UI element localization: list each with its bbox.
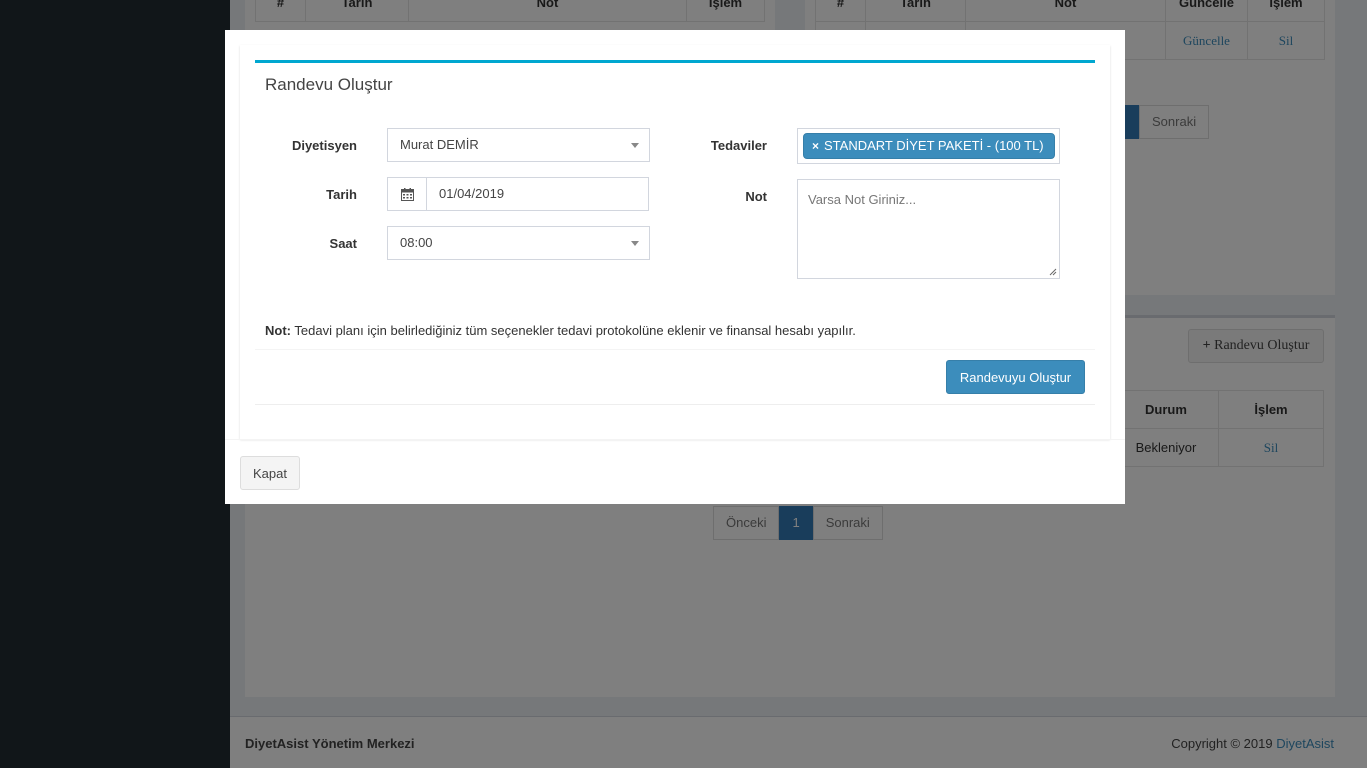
date-field[interactable]: 01/04/2019 <box>387 177 649 211</box>
date-input[interactable]: 01/04/2019 <box>427 178 648 210</box>
create-appointment-submit-button[interactable]: Randevuyu Oluştur <box>946 360 1085 394</box>
note-placeholder: Varsa Not Giriniz... <box>808 192 917 207</box>
treatments-select[interactable]: × STANDART DİYET PAKETİ - (100 TL) <box>797 128 1060 164</box>
treatment-tag-label: STANDART DİYET PAKETİ - (100 TL) <box>824 138 1044 153</box>
appointment-form-box: Randevu Oluştur Diyetisyen Murat DEMİR T… <box>255 60 1095 405</box>
chevron-down-icon <box>631 241 639 246</box>
treatments-label: Tedaviler <box>710 138 767 153</box>
divider <box>255 349 1095 350</box>
resize-handle-icon[interactable] <box>1049 268 1057 276</box>
date-label: Tarih <box>326 187 357 202</box>
dietitian-label: Diyetisyen <box>291 138 357 153</box>
time-label: Saat <box>329 236 357 251</box>
calendar-icon <box>388 178 427 210</box>
treatment-tag: × STANDART DİYET PAKETİ - (100 TL) <box>803 133 1055 159</box>
chevron-down-icon <box>631 143 639 148</box>
modal-footer: Kapat <box>225 439 1125 504</box>
info-note-prefix: Not: <box>265 323 291 338</box>
dietitian-value: Murat DEMİR <box>400 137 479 152</box>
note-textarea[interactable]: Varsa Not Giriniz... <box>797 179 1060 279</box>
info-note: Not: Tedavi planı için belirlediğiniz tü… <box>265 323 856 338</box>
modal-title: Randevu Oluştur <box>265 75 393 94</box>
dietitian-select[interactable]: Murat DEMİR <box>387 128 650 162</box>
modal-body: Randevu Oluştur Diyetisyen Murat DEMİR T… <box>240 45 1110 439</box>
time-value: 08:00 <box>400 235 433 250</box>
info-note-text: Tedavi planı için belirlediğiniz tüm seç… <box>291 323 856 338</box>
close-button[interactable]: Kapat <box>240 456 300 490</box>
remove-tag-icon[interactable]: × <box>812 134 819 158</box>
appointment-modal: Randevu Oluştur Diyetisyen Murat DEMİR T… <box>225 30 1125 504</box>
note-label: Not <box>745 189 767 204</box>
time-select[interactable]: 08:00 <box>387 226 650 260</box>
